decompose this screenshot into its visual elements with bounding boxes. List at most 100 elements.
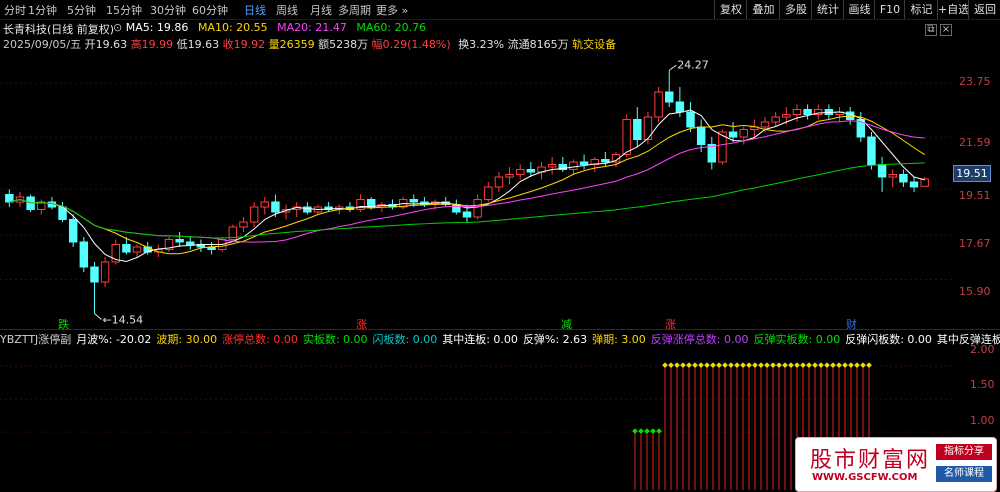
- candle-body: [271, 201, 280, 213]
- candle-body: [494, 176, 504, 188]
- toolbar-button-8[interactable]: 返回: [968, 0, 1000, 19]
- candle: [547, 157, 557, 175]
- signal-mark: 跌: [58, 318, 69, 331]
- candle: [771, 112, 780, 127]
- indicator-bar-marker: [770, 362, 776, 369]
- period-tab-6[interactable]: 日线: [244, 2, 266, 18]
- candle-body: [899, 174, 908, 183]
- toolbar-button-3[interactable]: 统计: [811, 0, 844, 19]
- price-axis-label: 17.67: [959, 237, 991, 250]
- indicator-bar-marker: [746, 362, 752, 369]
- site-watermark: 股市财富网 WWW.GSCFW.COM 指标分享 名师课程: [795, 437, 997, 492]
- indicator-bar-marker: [740, 362, 746, 369]
- signal-mark: 涨: [356, 318, 367, 331]
- candle: [452, 199, 461, 215]
- candle: [388, 199, 397, 210]
- indicator-bar-marker: [716, 362, 722, 369]
- period-tab-9[interactable]: 多周期: [338, 2, 371, 18]
- quote-close: 收19.92: [222, 38, 266, 51]
- period-tab-7[interactable]: 周线: [276, 2, 298, 18]
- ma-toggle-icon[interactable]: ⊙: [113, 21, 126, 34]
- indicator-bar-marker: [674, 362, 680, 369]
- candle: [835, 107, 844, 122]
- indicator-bar-marker: [764, 362, 770, 369]
- quote-sector[interactable]: 轨交设备: [572, 38, 616, 51]
- restore-icon[interactable]: ⧉: [925, 24, 937, 36]
- candle-body: [686, 111, 695, 128]
- indicator-bar-marker: [722, 362, 728, 369]
- quote-change: 幅0.29(1.48%): [371, 38, 451, 51]
- candle-body: [260, 201, 269, 208]
- candle-body: [484, 186, 493, 200]
- quote-volume: 量26359: [268, 38, 315, 51]
- indicator-bar-marker: [776, 362, 782, 369]
- watermark-url: WWW.GSCFW.COM: [812, 472, 918, 483]
- indicator-bar-marker: [848, 362, 854, 369]
- candle: [867, 132, 876, 170]
- close-icon[interactable]: ×: [940, 24, 952, 36]
- ma5-label: MA5: 19.86: [125, 21, 189, 34]
- candle: [750, 119, 759, 137]
- period-tab-8[interactable]: 月线: [310, 2, 332, 18]
- period-tab-5[interactable]: 60分钟: [192, 2, 228, 18]
- high-price-note: 24.27: [677, 58, 709, 71]
- candle-body: [547, 164, 557, 168]
- price-axis-label: 23.75: [959, 75, 991, 88]
- candle-body: [696, 126, 706, 145]
- period-tab-1[interactable]: 1分钟: [28, 2, 57, 18]
- candlestick-chart[interactable]: 24.27 ←14.54: [0, 52, 953, 327]
- candle-body: [526, 169, 536, 173]
- candle: [90, 262, 99, 314]
- indicator-axis-label: 2.00: [970, 343, 995, 356]
- period-tab-10[interactable]: 更多 »: [376, 2, 408, 18]
- price-axis-label: 15.90: [959, 285, 991, 298]
- candle: [643, 112, 653, 145]
- toolbar-button-7[interactable]: +自选: [937, 0, 969, 19]
- toolbar-button-5[interactable]: F10: [874, 0, 905, 19]
- candle: [654, 87, 663, 122]
- toolbar-button-0[interactable]: 复权: [714, 0, 747, 19]
- indicator-bar-marker: [656, 428, 662, 434]
- period-tab-2[interactable]: 5分钟: [67, 2, 96, 18]
- quote-float: 流通8165万: [507, 38, 569, 51]
- candle: [228, 224, 238, 242]
- indicator-bar-marker: [692, 362, 698, 369]
- candle-body: [569, 161, 578, 170]
- candle-body: [68, 219, 78, 243]
- period-tab-0[interactable]: 分时: [4, 2, 26, 18]
- toolbar-button-6[interactable]: 标记: [904, 0, 938, 19]
- indicator-bar-marker: [704, 362, 710, 369]
- indicator-bar-marker: [836, 362, 842, 369]
- indicator-bar-marker: [842, 362, 848, 369]
- toolbar-button-4[interactable]: 画线: [843, 0, 875, 19]
- indicator-bar-marker: [734, 362, 740, 369]
- toolbar-button-1[interactable]: 叠加: [746, 0, 780, 19]
- stock-title: 长青科技(日线 前复权): [3, 23, 115, 36]
- candle-body: [633, 119, 642, 140]
- candle: [249, 202, 259, 227]
- indicator-bar-marker: [698, 362, 704, 369]
- indicator-bar-marker: [860, 362, 866, 369]
- high-price-note-pointer: [668, 64, 677, 71]
- indicator-bar-marker: [854, 362, 860, 369]
- period-tab-3[interactable]: 15分钟: [106, 2, 142, 18]
- toolbar-button-2[interactable]: 多股: [779, 0, 812, 19]
- watermark-brand: 股市财富网: [810, 448, 931, 473]
- candle-body: [579, 161, 589, 165]
- indicator-bar-marker: [824, 362, 830, 369]
- candle: [505, 167, 514, 185]
- candle: [132, 244, 142, 257]
- watermark-tag-course[interactable]: 名师课程: [936, 466, 992, 482]
- candle: [665, 70, 674, 107]
- candle: [633, 107, 642, 147]
- candle: [484, 182, 493, 202]
- indicator-bar-marker: [638, 428, 644, 434]
- period-tab-4[interactable]: 30分钟: [150, 2, 186, 18]
- watermark-tag-share[interactable]: 指标分享: [936, 444, 992, 460]
- candle-body: [909, 181, 919, 188]
- indicator-bar-marker: [632, 428, 638, 434]
- indicator-bar-marker: [830, 362, 836, 369]
- quote-amount: 额5238万: [318, 38, 369, 51]
- current-price-tag: 19.51: [953, 165, 991, 182]
- indicator-bar-marker: [800, 362, 806, 369]
